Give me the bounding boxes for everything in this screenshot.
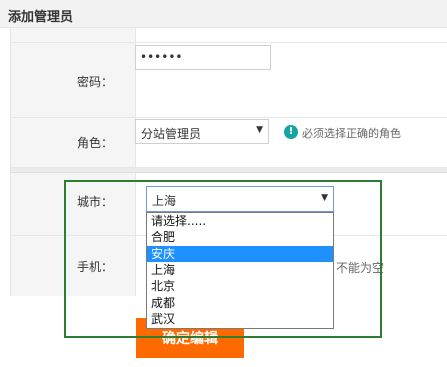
city-option[interactable]: 上海 — [147, 262, 333, 278]
info-icon: ! — [284, 125, 298, 139]
city-dropdown-list: 请选择..... 合肥 安庆 上海 北京 成都 武汉 — [146, 212, 334, 329]
label-cell: 城市： — [11, 173, 136, 235]
city-label: 城市： — [76, 195, 113, 209]
city-option[interactable]: 北京 — [147, 278, 333, 294]
city-option[interactable]: 成都 — [147, 295, 333, 311]
page: 添加管理员 密码： 角色： 城市： 手机： •••••• 分站管理员 ▼ ! 必… — [0, 0, 447, 367]
label-cell — [11, 28, 136, 42]
city-select[interactable]: 上海 ▼ — [146, 186, 334, 212]
title-bar: 添加管理员 — [0, 0, 447, 28]
label-cell: 密码： — [11, 43, 136, 117]
chevron-down-icon: ▼ — [321, 193, 328, 203]
role-select-value: 分站管理员 — [141, 127, 202, 141]
city-option-highlighted[interactable]: 安庆 — [147, 246, 333, 262]
role-hint: 必须选择正确的角色 — [302, 127, 401, 140]
password-field[interactable]: •••••• — [135, 45, 271, 70]
role-label: 角色： — [76, 136, 113, 150]
password-label: 密码： — [76, 75, 113, 89]
window-title: 添加管理员 — [8, 10, 74, 25]
phone-label: 手机： — [76, 260, 113, 274]
city-option[interactable]: 请选择..... — [147, 213, 333, 229]
phone-hint: 不能为空 — [336, 261, 385, 275]
chevron-down-icon: ▼ — [256, 125, 263, 135]
form-row-top — [11, 28, 447, 43]
label-cell: 角色： — [11, 118, 136, 167]
label-cell: 手机： — [11, 236, 136, 296]
city-option[interactable]: 武汉 — [147, 311, 333, 327]
city-option[interactable]: 合肥 — [147, 229, 333, 245]
role-select[interactable]: 分站管理员 ▼ — [135, 119, 269, 144]
city-select-value: 上海 — [152, 194, 177, 208]
